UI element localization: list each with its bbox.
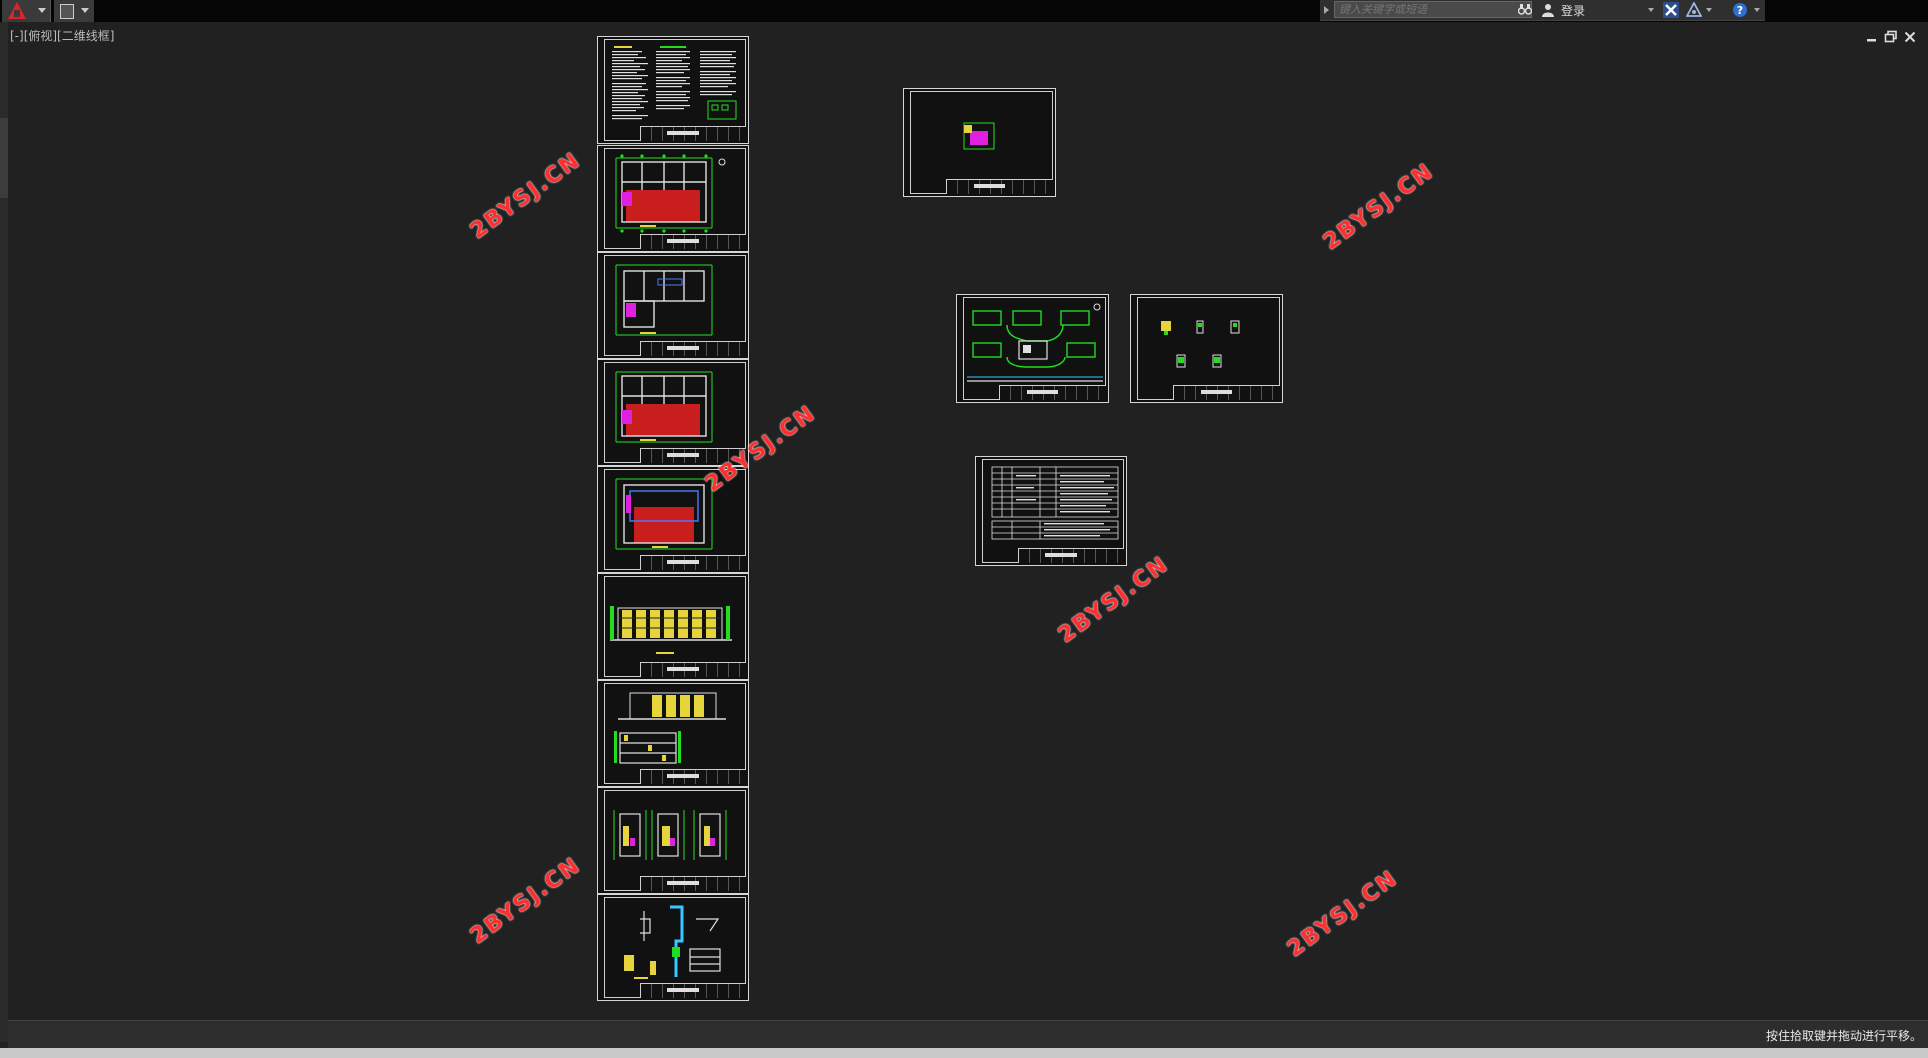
drawing-sheet-index-table[interactable]: - xyxy=(975,456,1127,566)
foundation-detail-drawing xyxy=(1161,320,1240,368)
infocenter-search-input[interactable] xyxy=(1334,1,1532,18)
site-plan-drawing xyxy=(967,303,1103,382)
taskbar-strip xyxy=(0,1048,1928,1058)
node-detail-drawing xyxy=(624,905,721,979)
drawing-sheet-floor-plan-3[interactable] xyxy=(597,359,749,466)
chevron-down-icon xyxy=(81,8,89,13)
drawing-sheet-notes[interactable] xyxy=(597,36,749,144)
notes-drawing xyxy=(612,46,737,120)
chevron-down-icon xyxy=(38,8,46,13)
autocad-logo-icon xyxy=(8,2,26,19)
drawing-sheet-site-plan[interactable] xyxy=(956,294,1109,403)
title-bar: 登录 ? xyxy=(0,0,1928,22)
watermark-text: 2BYSJ.CN xyxy=(1319,158,1439,256)
watermark-text: 2BYSJ.CN xyxy=(1054,551,1174,649)
quick-access-save-button[interactable] xyxy=(54,0,94,22)
drawing-sheet-stair-details[interactable] xyxy=(597,787,749,894)
login-button[interactable]: 登录 xyxy=(1561,2,1585,19)
location-plan-drawing xyxy=(963,122,995,150)
floor-plan-drawing xyxy=(615,264,713,336)
drawing-sheet-floor-plan-2[interactable] xyxy=(597,252,749,359)
watermark-text: 2BYSJ.CN xyxy=(466,852,586,950)
a360-icon[interactable] xyxy=(1686,2,1702,18)
svg-text:-: - xyxy=(1054,463,1055,467)
elevation-drawing xyxy=(610,606,732,654)
drawing-sheet-node-details[interactable] xyxy=(597,894,749,1001)
chevron-down-icon[interactable] xyxy=(1754,8,1760,12)
save-icon xyxy=(60,4,74,19)
drawing-sheet-elevation[interactable] xyxy=(597,573,749,680)
drawing-sheet-foundation-details[interactable] xyxy=(1130,294,1283,403)
section-drawing xyxy=(614,692,726,764)
chevron-down-icon[interactable] xyxy=(1706,8,1712,12)
user-icon xyxy=(1542,4,1554,17)
application-menu-button[interactable] xyxy=(2,0,51,22)
model-space-canvas[interactable]: - 2BYSJ.CN 2BYSJ.CN 2BYSJ.CN 2BYSJ.CN 2B… xyxy=(0,22,1928,1020)
help-icon[interactable]: ? xyxy=(1732,2,1748,18)
floor-plan-drawing xyxy=(615,371,713,443)
status-message: 按住拾取键并拖动进行平移。 xyxy=(1765,1029,1922,1043)
chevron-down-icon[interactable] xyxy=(1648,8,1654,12)
drawing-sheet-location-plan[interactable] xyxy=(903,88,1056,197)
exchange-apps-icon[interactable] xyxy=(1663,2,1679,18)
floor-plan-drawing xyxy=(615,154,726,233)
watermark-text: 2BYSJ.CN xyxy=(1283,865,1403,963)
expand-arrow-icon[interactable] xyxy=(1324,6,1329,14)
drawing-index-table: - xyxy=(991,463,1119,540)
status-bar: 按住拾取键并拖动进行平移。 xyxy=(8,1020,1928,1049)
svg-text:?: ? xyxy=(1737,4,1743,17)
drawing-sheet-floor-plan-1[interactable] xyxy=(597,145,749,252)
watermark-text: 2BYSJ.CN xyxy=(466,147,586,245)
infocenter-toolbar: 登录 ? xyxy=(1320,0,1765,21)
stair-detail-drawing xyxy=(613,810,727,860)
drawing-sheet-elevation-section[interactable] xyxy=(597,680,749,787)
binoculars-icon[interactable] xyxy=(1518,3,1532,15)
